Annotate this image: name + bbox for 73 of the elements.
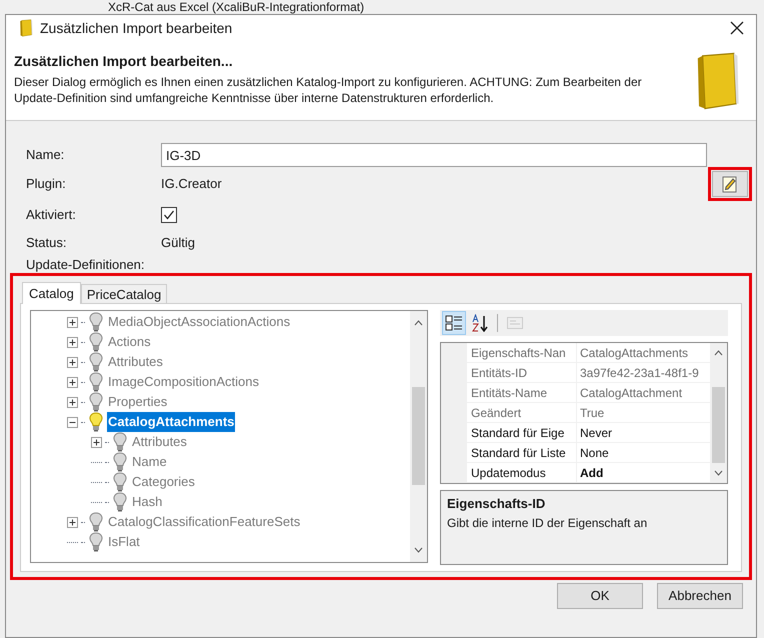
tab[interactable]: PriceCatalog <box>80 284 168 303</box>
expand-icon[interactable] <box>91 436 102 448</box>
tree-item[interactable]: Name <box>131 452 168 472</box>
plugin-value: IG.Creator <box>161 175 223 194</box>
lightbulb-icon <box>88 412 104 432</box>
property-name[interactable]: Eigenschafts-Nan <box>467 343 577 362</box>
lightbulb-icon <box>112 452 128 472</box>
property-value[interactable]: CatalogAttachments <box>577 343 710 362</box>
tree-item[interactable]: Categories <box>131 472 196 492</box>
dialog-button[interactable]: OK <box>557 583 643 609</box>
lightbulb-icon <box>112 432 128 452</box>
lightbulb-icon <box>112 492 128 512</box>
tree-item[interactable]: CatalogAttachments <box>107 412 236 432</box>
tree-item[interactable]: IsFlat <box>107 532 141 552</box>
tree-item[interactable]: Attributes <box>131 432 188 452</box>
name-label: Name: <box>25 146 66 164</box>
status-label: Status: <box>25 234 68 252</box>
property-pages-icon <box>506 314 524 332</box>
window-title: Zusätzlichen Import bearbeiten <box>40 18 232 38</box>
help-title: Eigenschafts-ID <box>447 495 546 513</box>
expand-icon[interactable] <box>67 316 78 328</box>
property-value[interactable]: CatalogAttachment <box>577 383 710 402</box>
property-value[interactable]: Never <box>577 423 710 442</box>
status-value: Gültig <box>161 234 195 252</box>
dialog-button[interactable]: Abbrechen <box>657 583 743 609</box>
sort-alphabetical-icon <box>471 314 489 332</box>
collapse-icon[interactable] <box>67 416 78 428</box>
help-text: Gibt die interne ID der Eigenschaft an <box>447 514 648 532</box>
lightbulb-icon <box>88 392 104 412</box>
property-value[interactable]: None <box>577 443 710 462</box>
tree-item[interactable]: Properties <box>107 392 168 412</box>
tab[interactable]: Catalog <box>22 282 81 304</box>
lightbulb-icon <box>88 332 104 352</box>
plugin-label: Plugin: <box>25 175 67 194</box>
tree-item[interactable]: ImageCompositionActions <box>107 372 260 392</box>
enabled-label: Aktiviert: <box>25 206 77 224</box>
enabled-checkbox[interactable] <box>161 207 177 223</box>
book-icon <box>18 19 34 37</box>
property-name[interactable]: Entitäts-ID <box>467 363 577 382</box>
header-description: Dieser Dialog ermöglich es Ihnen einen zusätzlichen Katalog-Import zu konfigurieren. ACHTUNG: Zum Bearbeiten der Update-Definition sind umfangreiche Kenntnisse über interne Datenstrukturen erforderlich. <box>14 74 643 106</box>
header-title: Zusätzlichen Import bearbeiten... <box>14 52 234 71</box>
property-name[interactable]: Entitäts-Name <box>467 383 577 402</box>
expand-icon[interactable] <box>67 336 78 348</box>
property-value[interactable]: 3a97fe42-23a1-48f1-9 <box>577 363 710 382</box>
property-name[interactable]: Geändert <box>467 403 577 422</box>
expand-icon[interactable] <box>67 376 78 388</box>
expand-icon[interactable] <box>67 516 78 528</box>
expand-icon[interactable] <box>67 356 78 368</box>
lightbulb-icon <box>88 512 104 532</box>
close-icon[interactable] <box>730 21 744 35</box>
toolbar-button[interactable] <box>442 311 466 335</box>
scrollbar[interactable] <box>710 343 727 483</box>
tree-item[interactable]: MediaObjectAssociationActions <box>107 312 292 332</box>
lightbulb-icon <box>88 352 104 372</box>
lightbulb-icon <box>112 472 128 492</box>
lightbulb-icon <box>88 532 104 552</box>
notepad-pencil-icon <box>721 175 739 193</box>
tree-item[interactable]: CatalogClassificationFeatureSets <box>107 512 302 532</box>
lightbulb-icon <box>88 372 104 392</box>
property-value[interactable]: True <box>577 403 710 422</box>
property-name[interactable]: Updatemodus <box>467 463 577 482</box>
categorized-icon <box>445 314 463 332</box>
property-value[interactable]: Add <box>577 463 710 482</box>
expand-icon[interactable] <box>67 396 78 408</box>
property-name[interactable]: Standard für Liste <box>467 443 577 462</box>
tree-item[interactable]: Actions <box>107 332 152 352</box>
scrollbar[interactable] <box>410 311 427 562</box>
name-field[interactable]: IG-3D <box>161 143 707 167</box>
tree-item[interactable]: Hash <box>131 492 164 512</box>
background-window-title: XcR-Cat aus Excel (XcaliBuR-Integrationformat) <box>108 0 364 14</box>
tree-item[interactable]: Attributes <box>107 352 164 372</box>
property-name[interactable]: Standard für Eige <box>467 423 577 442</box>
definitions-label: Update-Definitionen: <box>26 257 145 272</box>
